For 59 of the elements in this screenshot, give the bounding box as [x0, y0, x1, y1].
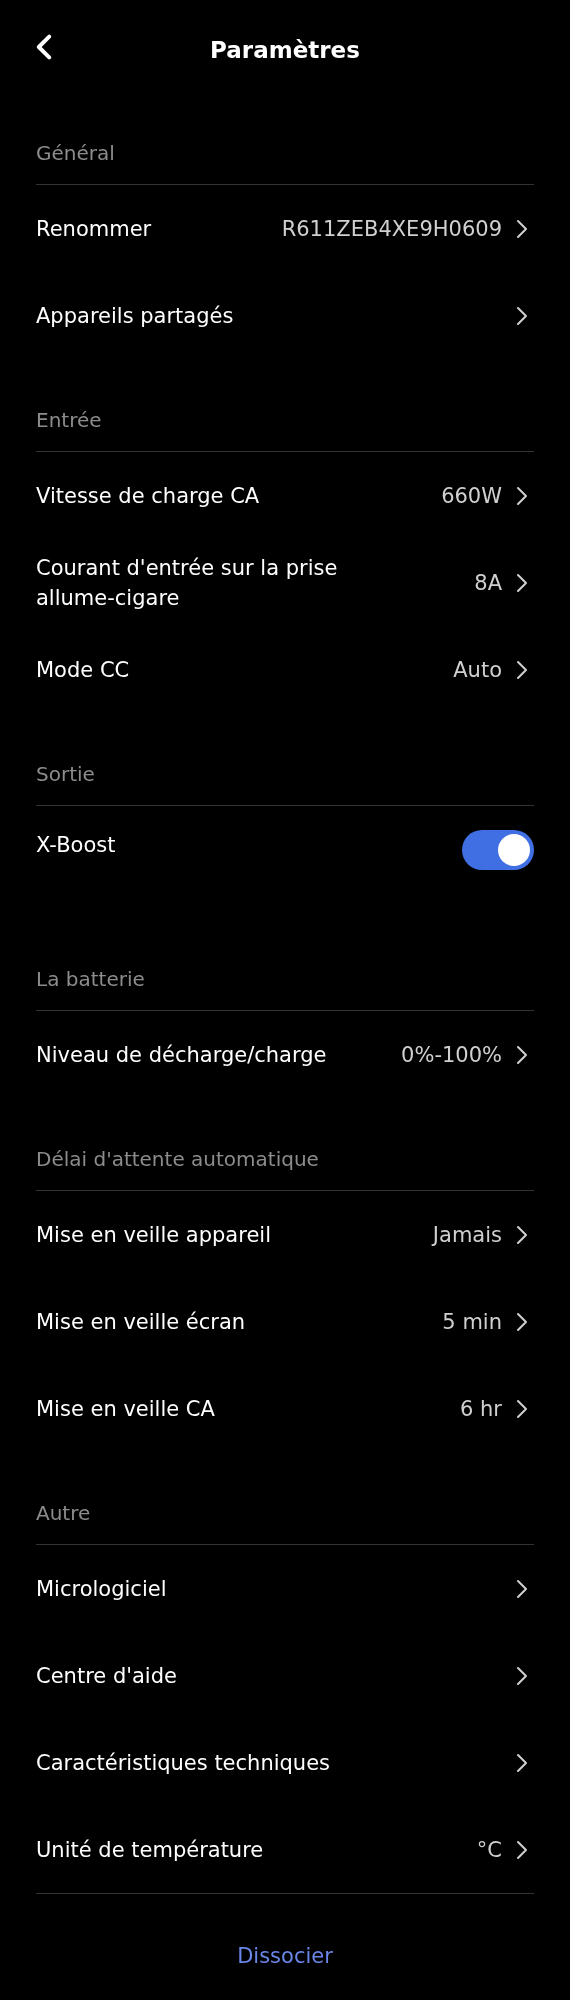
- chevron-right-icon: [516, 1578, 528, 1599]
- setting-value: °C: [476, 1837, 502, 1862]
- section-heading: Délai d'attente automatique: [36, 1098, 534, 1191]
- setting-label: Niveau de décharge/charge: [36, 1041, 327, 1069]
- setting-label: X-Boost: [36, 832, 116, 859]
- setting-label: Renommer: [36, 215, 152, 243]
- setting-label: Caractéristiques techniques: [36, 1749, 331, 1777]
- chevron-right-icon: [516, 1752, 528, 1773]
- page-title: Paramètres: [210, 37, 360, 63]
- setting-row[interactable]: Vitesse de charge CA 660W: [36, 452, 534, 539]
- section-heading: Général: [36, 100, 534, 185]
- setting-label: Vitesse de charge CA: [36, 482, 260, 510]
- chevron-right-icon: [516, 218, 528, 239]
- setting-label: Mode CC: [36, 656, 130, 684]
- setting-row[interactable]: Mise en veille appareil Jamais: [36, 1191, 534, 1278]
- setting-row[interactable]: Mise en veille écran 5 min: [36, 1278, 534, 1365]
- section-heading: Sortie: [36, 713, 534, 806]
- section-heading: Autre: [36, 1452, 534, 1545]
- toggle-switch[interactable]: [462, 830, 534, 870]
- setting-value: Auto: [453, 657, 502, 682]
- setting-value: Jamais: [432, 1222, 502, 1247]
- chevron-right-icon: [516, 1224, 528, 1245]
- chevron-right-icon: [516, 1398, 528, 1419]
- setting-row[interactable]: Mise en veille CA 6 hr: [36, 1365, 534, 1452]
- setting-value: 5 min: [442, 1309, 502, 1334]
- setting-value: 0%-100%: [401, 1042, 502, 1067]
- setting-label: Unité de température: [36, 1836, 264, 1864]
- chevron-right-icon: [516, 1311, 528, 1332]
- setting-row[interactable]: Micrologiciel: [36, 1545, 534, 1632]
- setting-row[interactable]: Renommer R611ZEB4XE9H0609: [36, 185, 534, 272]
- chevron-right-icon: [516, 572, 528, 593]
- setting-row[interactable]: Courant d'entrée sur la prise allume-cigare 8A: [36, 539, 534, 626]
- setting-value: 8A: [474, 570, 502, 595]
- chevron-right-icon: [516, 659, 528, 680]
- setting-label: Appareils partagés: [36, 302, 234, 330]
- setting-row[interactable]: Unité de température °C: [36, 1806, 534, 1893]
- chevron-right-icon: [516, 305, 528, 326]
- setting-value: 6 hr: [460, 1396, 502, 1421]
- unlink-link[interactable]: Dissocier: [237, 1944, 333, 1968]
- setting-label: Mise en veille CA: [36, 1395, 215, 1423]
- setting-row[interactable]: Appareils partagés: [36, 272, 534, 359]
- setting-label: Micrologiciel: [36, 1575, 167, 1603]
- setting-value: 660W: [441, 483, 502, 508]
- setting-label: Centre d'aide: [36, 1662, 177, 1690]
- setting-row[interactable]: Caractéristiques techniques: [36, 1719, 534, 1806]
- chevron-right-icon: [516, 1839, 528, 1860]
- setting-label: Mise en veille appareil: [36, 1221, 271, 1249]
- setting-value: R611ZEB4XE9H0609: [281, 216, 502, 241]
- setting-row[interactable]: Mode CC Auto: [36, 626, 534, 713]
- setting-row[interactable]: Centre d'aide: [36, 1632, 534, 1719]
- chevron-right-icon: [516, 1044, 528, 1065]
- chevron-right-icon: [516, 1665, 528, 1686]
- setting-label: Courant d'entrée sur la prise allume-cigare: [36, 554, 339, 612]
- setting-label: Mise en veille écran: [36, 1308, 246, 1336]
- section-heading: La batterie: [36, 918, 534, 1011]
- back-icon[interactable]: [36, 34, 52, 60]
- section-heading: Entrée: [36, 359, 534, 452]
- setting-row[interactable]: Niveau de décharge/charge 0%-100%: [36, 1011, 534, 1098]
- chevron-right-icon: [516, 485, 528, 506]
